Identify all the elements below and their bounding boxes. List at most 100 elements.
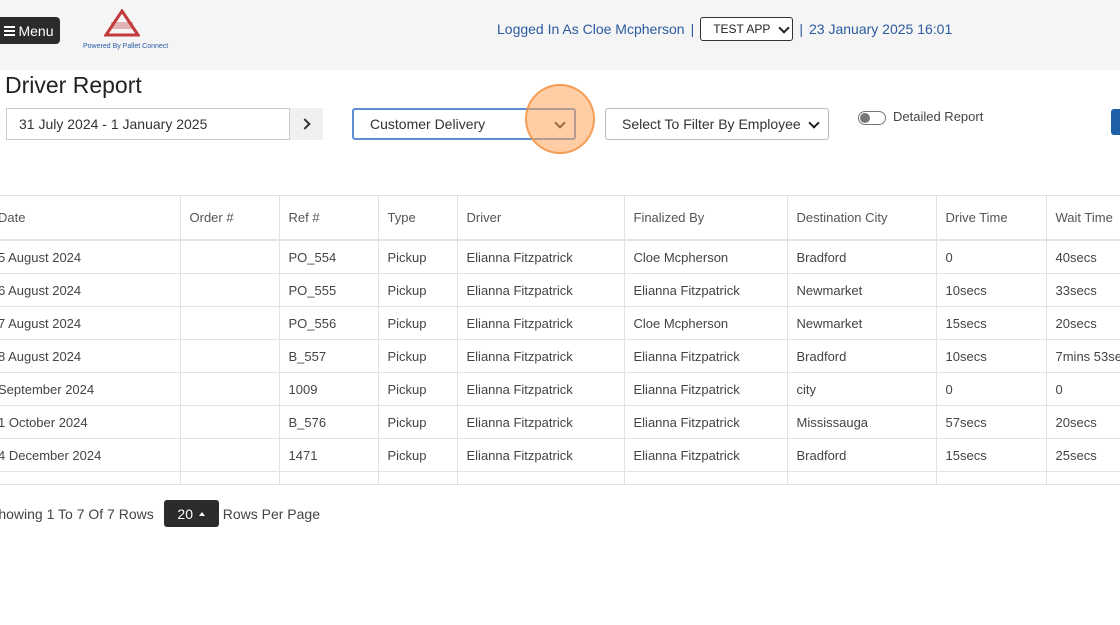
footer-cell	[378, 471, 458, 485]
cell-destination-city: Newmarket	[787, 306, 937, 340]
footer-cell	[936, 471, 1047, 485]
col-header-finalized-by[interactable]: Finalized By	[624, 195, 788, 241]
cell-drive-time: 57secs	[936, 405, 1047, 439]
table-row[interactable]: 5 August 2024 PO_554 Pickup Elianna Fitz…	[0, 240, 1120, 274]
cell-order	[180, 240, 280, 274]
logo-powered-by: Powered By Pallet Connect	[83, 43, 169, 50]
cell-finalized-by: Elianna Fitzpatrick	[624, 339, 788, 373]
cell-ref: B_576	[279, 405, 379, 439]
cell-order	[180, 405, 280, 439]
chevron-right-icon	[299, 118, 311, 130]
cell-drive-time: 10secs	[936, 339, 1047, 373]
logged-in-text: Logged In As Cloe Mcpherson	[497, 21, 685, 37]
cell-ref: 1471	[279, 438, 379, 472]
cell-date: September 2024	[0, 372, 181, 406]
footer-cell	[180, 471, 280, 485]
detailed-report-toggle[interactable]	[858, 111, 886, 125]
rows-per-page-label: Rows Per Page	[222, 505, 320, 522]
col-header-drive-time[interactable]: Drive Time	[936, 195, 1047, 241]
cell-driver: Elianna Fitzpatrick	[457, 339, 625, 373]
cell-type: Pickup	[378, 273, 458, 307]
cell-ref: PO_555	[279, 273, 379, 307]
cell-order	[180, 339, 280, 373]
table-row[interactable]: 7 August 2024 PO_556 Pickup Elianna Fitz…	[0, 306, 1120, 340]
cell-driver: Elianna Fitzpatrick	[457, 405, 625, 439]
col-header-date[interactable]: Date	[0, 195, 181, 241]
cell-order	[180, 438, 280, 472]
cell-type: Pickup	[378, 438, 458, 472]
col-header-driver[interactable]: Driver	[457, 195, 625, 241]
footer-cell	[624, 471, 788, 485]
rows-per-page-value: 20	[177, 505, 193, 522]
cell-wait-time: 25secs	[1046, 438, 1120, 472]
table-header-row: Date Order # Ref # Type Driver Finalized…	[0, 195, 1120, 241]
date-range-apply-button[interactable]	[290, 108, 323, 140]
cell-date: 1 October 2024	[0, 405, 181, 439]
cell-driver: Elianna Fitzpatrick	[457, 240, 625, 274]
employee-filter-value: Select To Filter By Employee	[622, 116, 801, 132]
table-row[interactable]: 4 December 2024 1471 Pickup Elianna Fitz…	[0, 438, 1120, 472]
cell-drive-time: 0	[936, 240, 1047, 274]
caret-up-icon	[199, 511, 205, 516]
cell-destination-city: city	[787, 372, 937, 406]
cell-date: 8 August 2024	[0, 339, 181, 373]
col-header-order[interactable]: Order #	[180, 195, 280, 241]
col-header-destination-city[interactable]: Destination City	[787, 195, 937, 241]
footer-cell	[279, 471, 379, 485]
page-title: Driver Report	[5, 72, 142, 98]
cell-order	[180, 306, 280, 340]
separator: |	[799, 21, 803, 37]
cell-finalized-by: Cloe Mcpherson	[624, 306, 788, 340]
footer-cell	[1046, 471, 1120, 485]
cell-finalized-by: Elianna Fitzpatrick	[624, 405, 788, 439]
chevron-down-icon	[808, 116, 820, 129]
rows-per-page-dropdown[interactable]: 20	[163, 500, 219, 527]
chevron-down-icon	[778, 21, 791, 34]
app-select[interactable]: TEST APP	[700, 17, 794, 41]
pagination-info: Showing 1 To 7 Of 7 Rows	[0, 505, 154, 522]
cell-date: 5 August 2024	[0, 240, 181, 274]
col-header-type[interactable]: Type	[378, 195, 458, 241]
cell-driver: Elianna Fitzpatrick	[457, 438, 625, 472]
cell-destination-city: Mississauga	[787, 405, 937, 439]
app-logo[interactable]: Powered By Pallet Connect	[82, 8, 168, 56]
cell-wait-time: 33secs	[1046, 273, 1120, 307]
report-table: Date Order # Ref # Type Driver Finalized…	[0, 195, 1120, 485]
export-button[interactable]	[1111, 109, 1120, 135]
footer-cell	[787, 471, 937, 485]
cell-drive-time: 15secs	[936, 438, 1047, 472]
detailed-report-label: Detailed Report	[893, 109, 984, 124]
click-highlight	[525, 84, 595, 154]
cell-drive-time: 0	[936, 372, 1047, 406]
cell-ref: 1009	[279, 372, 379, 406]
cell-ref: B_557	[279, 339, 379, 373]
col-header-wait-time[interactable]: Wait Time	[1046, 195, 1120, 241]
toggle-knob	[860, 113, 870, 123]
current-datetime: 23 January 2025 16:01	[809, 21, 953, 37]
app-select-value: TEST APP	[713, 22, 771, 36]
menu-button[interactable]: Menu	[0, 17, 60, 44]
table-footer-row	[0, 471, 1120, 485]
col-header-ref[interactable]: Ref #	[279, 195, 379, 241]
cell-finalized-by: Elianna Fitzpatrick	[624, 273, 788, 307]
cell-ref: PO_556	[279, 306, 379, 340]
user-info: Logged In As Cloe Mcpherson | TEST APP |…	[497, 17, 952, 41]
top-bar: Menu Powered By Pallet Connect Logged In…	[0, 0, 1120, 70]
cell-wait-time: 7mins 53secs	[1046, 339, 1120, 373]
cell-finalized-by: Cloe Mcpherson	[624, 240, 788, 274]
cell-destination-city: Bradford	[787, 438, 937, 472]
table-row[interactable]: 8 August 2024 B_557 Pickup Elianna Fitzp…	[0, 339, 1120, 373]
table-row[interactable]: 1 October 2024 B_576 Pickup Elianna Fitz…	[0, 405, 1120, 439]
cell-drive-time: 10secs	[936, 273, 1047, 307]
table-row[interactable]: 6 August 2024 PO_555 Pickup Elianna Fitz…	[0, 273, 1120, 307]
date-range-input[interactable]: 31 July 2024 - 1 January 2025	[6, 108, 290, 140]
employee-filter-select[interactable]: Select To Filter By Employee	[605, 108, 829, 140]
table-row[interactable]: September 2024 1009 Pickup Elianna Fitzp…	[0, 372, 1120, 406]
cell-drive-time: 15secs	[936, 306, 1047, 340]
report-table-container[interactable]: Date Order # Ref # Type Driver Finalized…	[0, 195, 1120, 488]
cell-destination-city: Newmarket	[787, 273, 937, 307]
cell-wait-time: 0	[1046, 372, 1120, 406]
cell-driver: Elianna Fitzpatrick	[457, 273, 625, 307]
logo-triangle-icon	[104, 9, 140, 37]
cell-finalized-by: Elianna Fitzpatrick	[624, 438, 788, 472]
